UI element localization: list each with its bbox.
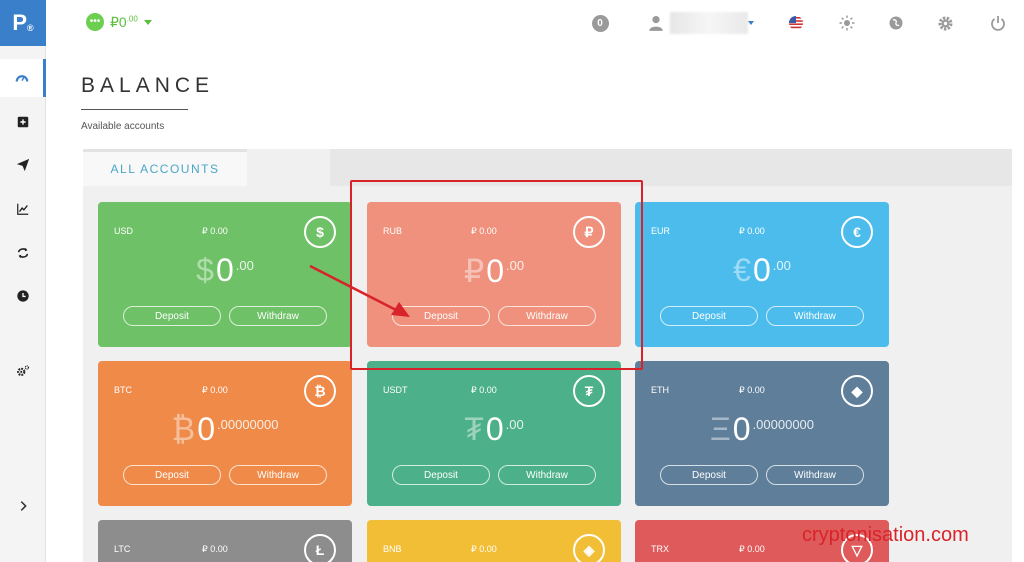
sidebar-item-history[interactable]	[0, 277, 46, 315]
currency-code: RUB	[383, 226, 403, 236]
ethereum-icon[interactable]: ◆	[841, 375, 873, 407]
sun-icon	[839, 15, 855, 31]
settings-button[interactable]	[935, 13, 955, 33]
account-balance: ₽0.00	[463, 253, 525, 289]
account-balance: Ξ0.00000000	[709, 411, 815, 447]
exchange-arrows-icon	[17, 247, 29, 259]
currency-code: USDT	[383, 385, 408, 395]
converted-balance: ₽ 0.00	[202, 226, 228, 236]
converted-balance: ₽ 0.00	[471, 226, 497, 236]
converted-balance: ₽ 0.00	[739, 544, 765, 554]
converted-balance: ₽ 0.00	[202, 385, 228, 395]
currency-code: EUR	[651, 226, 671, 236]
currency-code: TRX	[651, 544, 669, 554]
currency-code: USD	[114, 226, 134, 236]
username-blurred[interactable]	[670, 12, 748, 34]
account-card-btc: BTC ₽ 0.00 ₿ ₿0.00000000 Deposit Withdra…	[98, 361, 352, 506]
currency-code: BNB	[383, 544, 402, 554]
app: P ® ••• ₽0.00 0 BALANCE Available accoun…	[0, 0, 1024, 562]
wallet-selector[interactable]: ••• ₽0.00	[86, 13, 152, 31]
line-chart-icon	[17, 203, 29, 215]
account-card-usd: USD ₽ 0.00 $ $0.00 Deposit Withdraw	[98, 202, 352, 347]
withdraw-button[interactable]: Withdraw	[229, 465, 327, 485]
account-balance: ₮0.00	[464, 411, 524, 447]
litecoin-icon[interactable]: Ł	[304, 534, 336, 562]
support-button[interactable]	[886, 13, 906, 33]
chevron-right-icon	[20, 501, 27, 511]
account-balance: ₿0.00000000	[171, 411, 279, 447]
deposit-button[interactable]: Deposit	[660, 306, 758, 326]
watermark-text: cryptonisation.com	[802, 524, 969, 546]
sidebar-item-exchange[interactable]	[0, 234, 46, 272]
tether-icon[interactable]: ₮	[573, 375, 605, 407]
sidebar-expand-button[interactable]	[0, 487, 46, 525]
user-icon	[649, 16, 663, 31]
deposit-button[interactable]: Deposit	[123, 465, 221, 485]
power-icon	[991, 16, 1005, 31]
withdraw-button[interactable]: Withdraw	[498, 306, 596, 326]
ruble-icon[interactable]: ₽	[573, 216, 605, 248]
account-balance: $0.00	[196, 252, 254, 288]
withdraw-button[interactable]: Withdraw	[766, 306, 864, 326]
user-avatar[interactable]	[646, 13, 666, 33]
converted-balance: ₽ 0.00	[471, 544, 497, 554]
withdraw-button[interactable]: Withdraw	[766, 465, 864, 485]
gears-icon	[17, 365, 30, 376]
currency-code: BTC	[114, 385, 132, 395]
currency-code: LTC	[114, 544, 131, 554]
gear-icon	[937, 15, 953, 31]
deposit-button[interactable]: Deposit	[123, 306, 221, 326]
theme-toggle-button[interactable]	[837, 13, 857, 33]
chevron-down-icon[interactable]	[748, 21, 754, 25]
page-title: BALANCE	[81, 74, 215, 97]
account-balance: €0.00	[733, 252, 791, 288]
sidebar: P ®	[0, 0, 46, 562]
topbar: ••• ₽0.00 0	[46, 0, 1024, 46]
account-card-eth: ETH ₽ 0.00 ◆ Ξ0.00000000 Deposit Withdra…	[635, 361, 889, 506]
tab-all-accounts[interactable]: ALL ACCOUNTS	[83, 149, 247, 186]
wallet-balance: ₽0.00	[110, 13, 138, 30]
sidebar-item-send[interactable]	[0, 146, 46, 184]
sidebar-item-dashboard[interactable]	[0, 59, 46, 97]
chevron-down-icon	[143, 19, 152, 25]
logout-button[interactable]	[988, 13, 1008, 33]
deposit-button[interactable]: Deposit	[660, 465, 758, 485]
clock-icon	[17, 290, 29, 302]
title-underline	[81, 109, 188, 110]
language-selector[interactable]	[786, 13, 806, 33]
converted-balance: ₽ 0.00	[202, 544, 228, 554]
sidebar-item-add[interactable]	[0, 103, 46, 141]
deposit-button[interactable]: Deposit	[392, 465, 490, 485]
currency-code: ETH	[651, 385, 669, 395]
notification-badge: 0	[591, 14, 609, 32]
globe-chat-icon	[889, 16, 903, 30]
converted-balance: ₽ 0.00	[739, 226, 765, 236]
page-subtitle: Available accounts	[81, 121, 165, 132]
dashboard-gauge-icon	[15, 75, 28, 82]
withdraw-button[interactable]: Withdraw	[229, 306, 327, 326]
account-card-eur: EUR ₽ 0.00 € €0.00 Deposit Withdraw	[635, 202, 889, 347]
plus-square-icon	[17, 116, 29, 128]
paper-plane-icon	[16, 158, 30, 172]
us-flag-icon	[789, 16, 803, 30]
sidebar-item-settings[interactable]	[0, 352, 46, 390]
account-card-ltc: LTC ₽ 0.00 Ł	[98, 520, 352, 562]
withdraw-button[interactable]: Withdraw	[498, 465, 596, 485]
logo[interactable]: P ®	[0, 0, 46, 46]
dollar-icon[interactable]: $	[304, 216, 336, 248]
account-card-usdt: USDT ₽ 0.00 ₮ ₮0.00 Deposit Withdraw	[367, 361, 621, 506]
bitcoin-icon[interactable]: ₿	[304, 375, 336, 407]
notifications-button[interactable]: 0	[590, 13, 610, 33]
sidebar-item-chart[interactable]	[0, 190, 46, 228]
converted-balance: ₽ 0.00	[471, 385, 497, 395]
binance-icon[interactable]: ◈	[573, 534, 605, 562]
ellipsis-icon: •••	[86, 13, 104, 31]
account-card-rub: RUB ₽ 0.00 ₽ ₽0.00 Deposit Withdraw	[367, 202, 621, 347]
euro-icon[interactable]: €	[841, 216, 873, 248]
account-card-bnb: BNB ₽ 0.00 ◈	[367, 520, 621, 562]
deposit-button[interactable]: Deposit	[392, 306, 490, 326]
tab-strip	[330, 149, 1012, 186]
converted-balance: ₽ 0.00	[739, 385, 765, 395]
